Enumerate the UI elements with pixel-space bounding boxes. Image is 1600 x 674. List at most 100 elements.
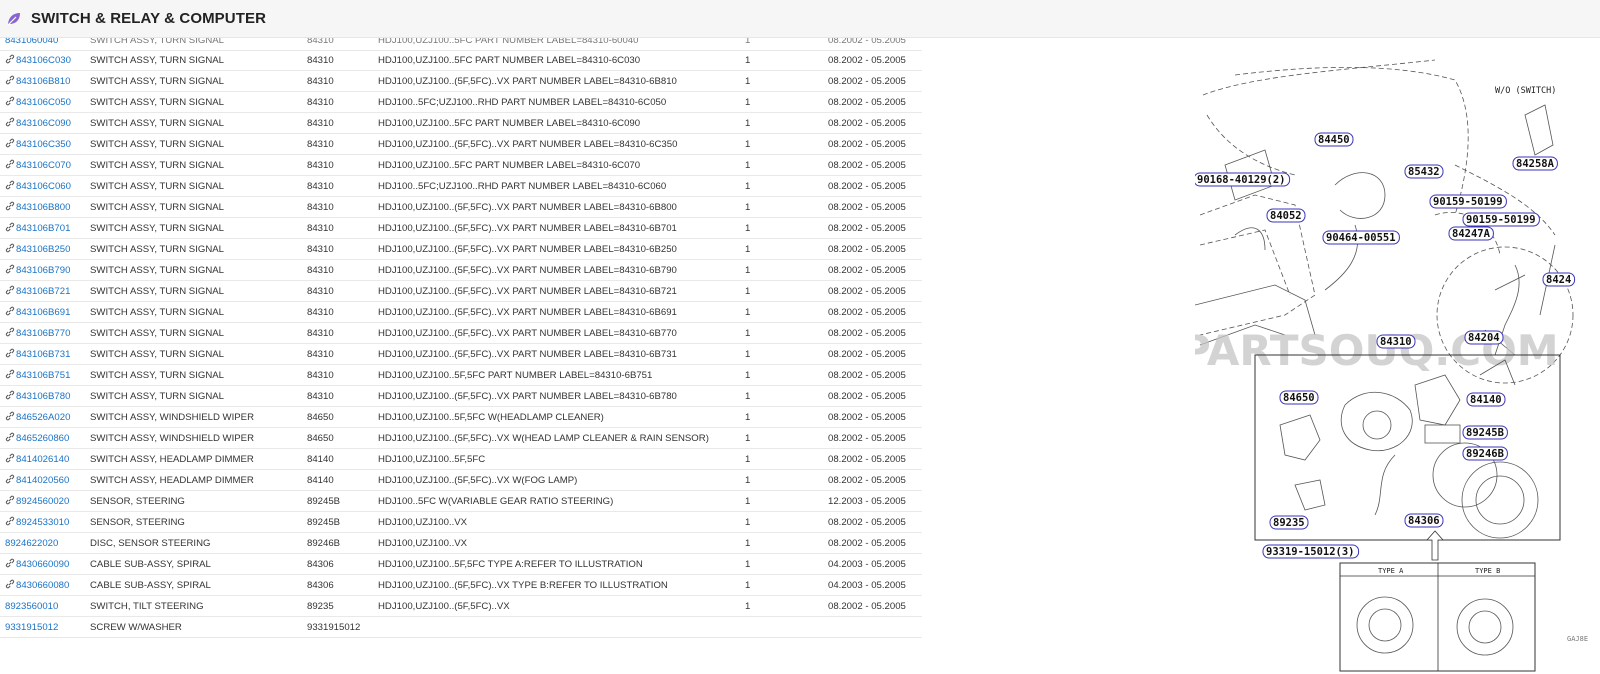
- part-number-text[interactable]: 843106B780: [16, 391, 70, 402]
- part-number-text[interactable]: 843106C350: [16, 139, 71, 150]
- table-row[interactable]: 843106C070 SWITCH ASSY, TURN SIGNAL 84310 H…: [0, 155, 922, 176]
- callout-84258a[interactable]: 84258A: [1512, 156, 1558, 171]
- part-number-text[interactable]: 843106B790: [16, 265, 70, 276]
- part-number-text[interactable]: 843106B731: [16, 349, 70, 360]
- part-number-link[interactable]: 843106B691: [5, 302, 87, 323]
- callout-label[interactable]: 89246B: [1466, 448, 1504, 460]
- part-number-link[interactable]: 8924533010: [5, 512, 87, 533]
- callout-label[interactable]: 85432: [1408, 166, 1440, 178]
- part-number-text[interactable]: 8924560020: [16, 496, 69, 507]
- table-row[interactable]: 8924560020 SENSOR, STEERING 89245B HDJ100..…: [0, 491, 922, 512]
- table-row[interactable]: 8414020560 SWITCH ASSY, HEADLAMP DIMMER 84…: [0, 470, 922, 491]
- callout-label[interactable]: 89245B: [1466, 427, 1504, 439]
- part-number-link[interactable]: 8924560020: [5, 491, 87, 512]
- table-row[interactable]: 8923560010 SWITCH, TILT STEERING 89235 HDJ1…: [0, 596, 922, 617]
- callout-label[interactable]: 90464-00551: [1326, 232, 1396, 244]
- part-number-link[interactable]: 8430660080: [5, 575, 87, 596]
- part-number-link[interactable]: 8465260860: [5, 428, 87, 449]
- part-number-link[interactable]: 8414026140: [5, 449, 87, 470]
- table-row[interactable]: 843106B751 SWITCH ASSY, TURN SIGNAL 84310 H…: [0, 365, 922, 386]
- part-number-text[interactable]: 843106B721: [16, 286, 70, 297]
- part-number-text[interactable]: 843106B810: [16, 76, 70, 87]
- callout-label[interactable]: 93319-15012(3): [1266, 546, 1355, 558]
- callout-84140[interactable]: 84140: [1466, 392, 1506, 407]
- table-row[interactable]: 843106B701 SWITCH ASSY, TURN SIGNAL 84310 H…: [0, 218, 922, 239]
- part-number-link[interactable]: 843106C050: [5, 92, 87, 113]
- part-number-link[interactable]: 843106C070: [5, 155, 87, 176]
- part-number-link[interactable]: 843106B250: [5, 239, 87, 260]
- callout-label[interactable]: 84247A: [1452, 228, 1491, 240]
- table-row[interactable]: 843106B810 SWITCH ASSY, TURN SIGNAL 84310 H…: [0, 71, 922, 92]
- callout-84310[interactable]: 84310: [1376, 334, 1416, 349]
- part-number-link[interactable]: 846526A020: [5, 407, 87, 428]
- table-row[interactable]: 843106B731 SWITCH ASSY, TURN SIGNAL 84310 H…: [0, 344, 922, 365]
- part-number-link[interactable]: 843106C350: [5, 134, 87, 155]
- table-row[interactable]: 8430660080 CABLE SUB-ASSY, SPIRAL 84306 HDJ…: [0, 575, 922, 596]
- part-number-text[interactable]: 843106B250: [16, 244, 70, 255]
- part-number-link[interactable]: 843106B770: [5, 323, 87, 344]
- callout-label[interactable]: 90168-40129(2): [1197, 174, 1286, 186]
- part-number-text[interactable]: 8414020560: [16, 475, 69, 486]
- table-row[interactable]: 843106C350 SWITCH ASSY, TURN SIGNAL 84310 H…: [0, 134, 922, 155]
- part-number-text[interactable]: 8430660080: [16, 580, 69, 591]
- part-number-link[interactable]: 843106C090: [5, 113, 87, 134]
- callout-89235[interactable]: 89235: [1269, 515, 1309, 530]
- part-number-text[interactable]: 843106B800: [16, 202, 70, 213]
- table-row[interactable]: 843106B790 SWITCH ASSY, TURN SIGNAL 84310 H…: [0, 260, 922, 281]
- callout-90159-50199[interactable]: 90159-50199: [1462, 212, 1540, 227]
- table-row[interactable]: 8465260860 SWITCH ASSY, WINDSHIELD WIPER 8…: [0, 428, 922, 449]
- part-number-text[interactable]: 843106C030: [16, 55, 71, 66]
- callout-label[interactable]: 84140: [1470, 394, 1502, 406]
- callout-90159-50199[interactable]: 90159-50199: [1429, 194, 1507, 209]
- part-number-link[interactable]: 843106B790: [5, 260, 87, 281]
- callout-label[interactable]: 84258A: [1516, 158, 1555, 170]
- table-row[interactable]: 843106B800 SWITCH ASSY, TURN SIGNAL 84310 H…: [0, 197, 922, 218]
- part-number-text[interactable]: 843106B691: [16, 307, 70, 318]
- table-row[interactable]: 843106B721 SWITCH ASSY, TURN SIGNAL 84310 H…: [0, 281, 922, 302]
- callout-89245b[interactable]: 89245B: [1462, 425, 1508, 440]
- table-row[interactable]: 843106C050 SWITCH ASSY, TURN SIGNAL 84310 H…: [0, 92, 922, 113]
- callout-84650[interactable]: 84650: [1279, 390, 1319, 405]
- part-number-text[interactable]: 843106B751: [16, 370, 70, 381]
- table-row[interactable]: 843106B780 SWITCH ASSY, TURN SIGNAL 84310 H…: [0, 386, 922, 407]
- callout-label[interactable]: 84052: [1270, 210, 1302, 222]
- table-row[interactable]: 843106C090 SWITCH ASSY, TURN SIGNAL 84310 H…: [0, 113, 922, 134]
- part-number-link[interactable]: 9331915012: [5, 617, 87, 638]
- callout-89246b[interactable]: 89246B: [1462, 446, 1508, 461]
- callout-90464-00551[interactable]: 90464-00551: [1322, 230, 1400, 245]
- callout-label[interactable]: 90159-50199: [1433, 196, 1503, 208]
- part-number-text[interactable]: 843106C070: [16, 160, 71, 171]
- table-row[interactable]: 843106C060 SWITCH ASSY, TURN SIGNAL 84310 H…: [0, 176, 922, 197]
- callout-84052[interactable]: 84052: [1266, 208, 1306, 223]
- part-number-text[interactable]: 843106B770: [16, 328, 70, 339]
- table-row[interactable]: 8414026140 SWITCH ASSY, HEADLAMP DIMMER 84…: [0, 449, 922, 470]
- table-row[interactable]: 846526A020 SWITCH ASSY, WINDSHIELD WIPER 8…: [0, 407, 922, 428]
- table-row[interactable]: 8430660090 CABLE SUB-ASSY, SPIRAL 84306 HDJ…: [0, 554, 922, 575]
- callout-84247a[interactable]: 84247A: [1448, 226, 1494, 241]
- part-number-link[interactable]: 843106C030: [5, 50, 87, 71]
- callout-label[interactable]: 89235: [1273, 517, 1305, 529]
- callout-label[interactable]: 90159-50199: [1466, 214, 1536, 226]
- table-row[interactable]: 843106B770 SWITCH ASSY, TURN SIGNAL 84310 H…: [0, 323, 922, 344]
- part-number-text[interactable]: 8924533010: [16, 517, 69, 528]
- callout-label[interactable]: 84306: [1408, 515, 1440, 527]
- part-number-link[interactable]: 843106C060: [5, 176, 87, 197]
- part-number-link[interactable]: 8923560010: [5, 596, 87, 617]
- callout-93319-15012-3-[interactable]: 93319-15012(3): [1262, 544, 1360, 559]
- table-row[interactable]: 9331915012 SCREW W/WASHER 9331915012: [0, 617, 922, 638]
- part-number-link[interactable]: 843106B810: [5, 71, 87, 92]
- part-number-text[interactable]: 843106C050: [16, 97, 71, 108]
- callout-90168-40129-2-[interactable]: 90168-40129(2): [1195, 172, 1291, 187]
- callout-label[interactable]: 8424: [1546, 274, 1571, 286]
- callout-label[interactable]: 84650: [1283, 392, 1315, 404]
- callout-84204[interactable]: 84204: [1464, 330, 1504, 345]
- table-row[interactable]: 8924622020 DISC, SENSOR STEERING 89246B HDJ…: [0, 533, 922, 554]
- parts-diagram[interactable]: PARTSOUQ.COM TYPE A TYPE B W/O (SWITCH) …: [1195, 55, 1600, 674]
- part-number-text[interactable]: 843106C060: [16, 181, 71, 192]
- callout-8424[interactable]: 8424: [1542, 272, 1576, 287]
- table-row[interactable]: 843106B250 SWITCH ASSY, TURN SIGNAL 84310 H…: [0, 239, 922, 260]
- part-number-link[interactable]: 843106B800: [5, 197, 87, 218]
- part-number-link[interactable]: 843106B721: [5, 281, 87, 302]
- table-row[interactable]: 843106B691 SWITCH ASSY, TURN SIGNAL 84310 H…: [0, 302, 922, 323]
- callout-84306[interactable]: 84306: [1404, 513, 1444, 528]
